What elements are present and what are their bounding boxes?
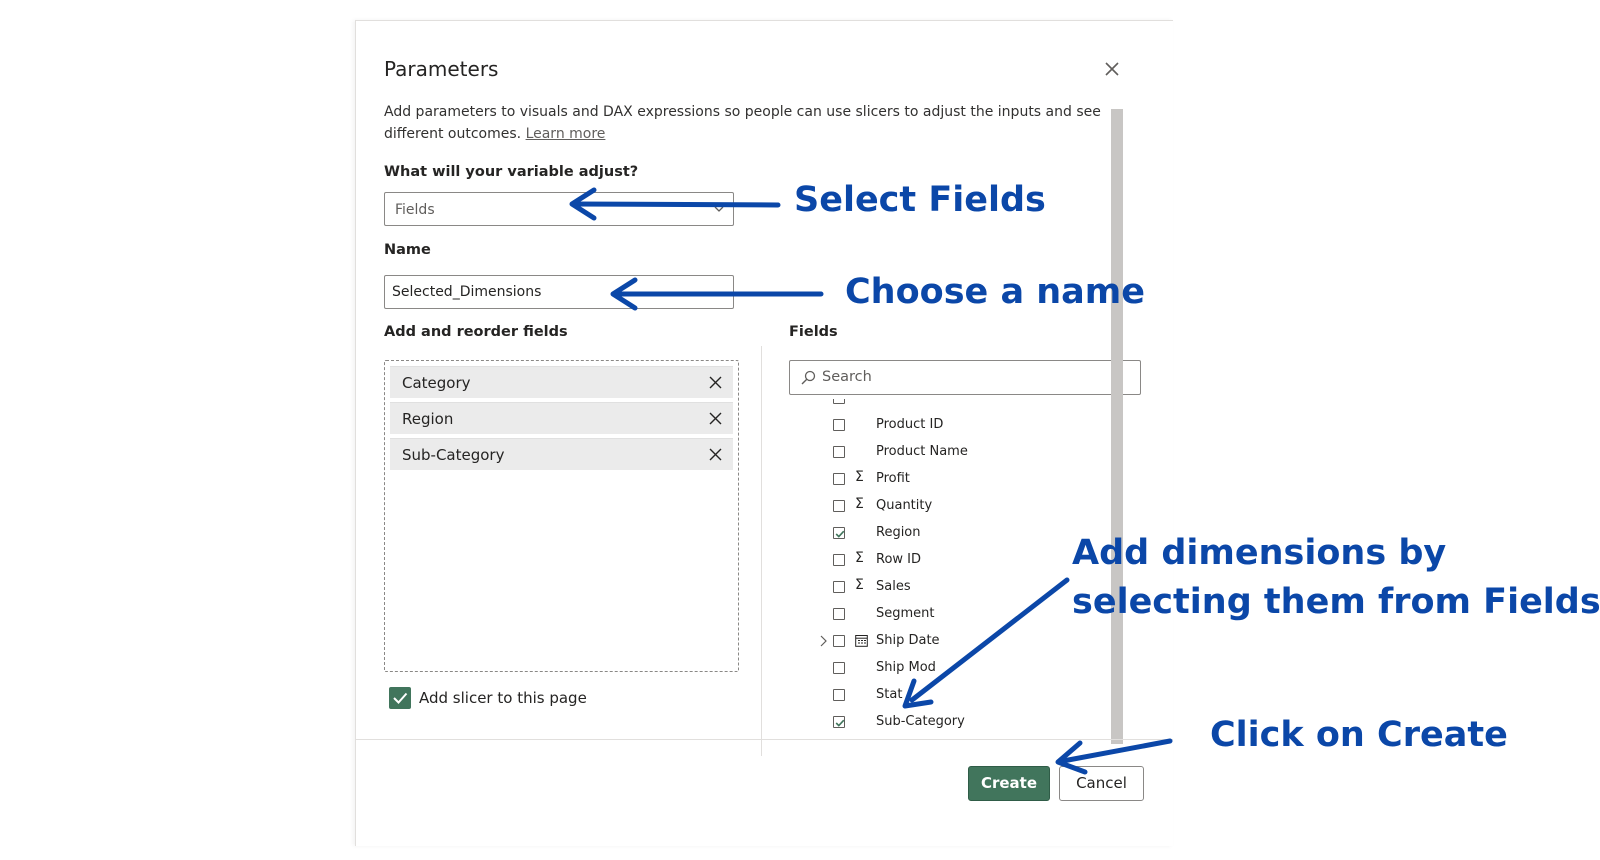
annotation-choose-name: Choose a name [845, 272, 1145, 312]
annotation-click-create: Click on Create [1210, 715, 1508, 755]
annotation-add-dimensions-2: selecting them from Fields [1072, 582, 1600, 622]
annotation-add-dimensions-1: Add dimensions by [1072, 533, 1447, 573]
arrow-add-dimensions [909, 577, 1070, 703]
arrow-select-fields [570, 201, 781, 208]
annotation-select-fields: Select Fields [794, 180, 1046, 220]
